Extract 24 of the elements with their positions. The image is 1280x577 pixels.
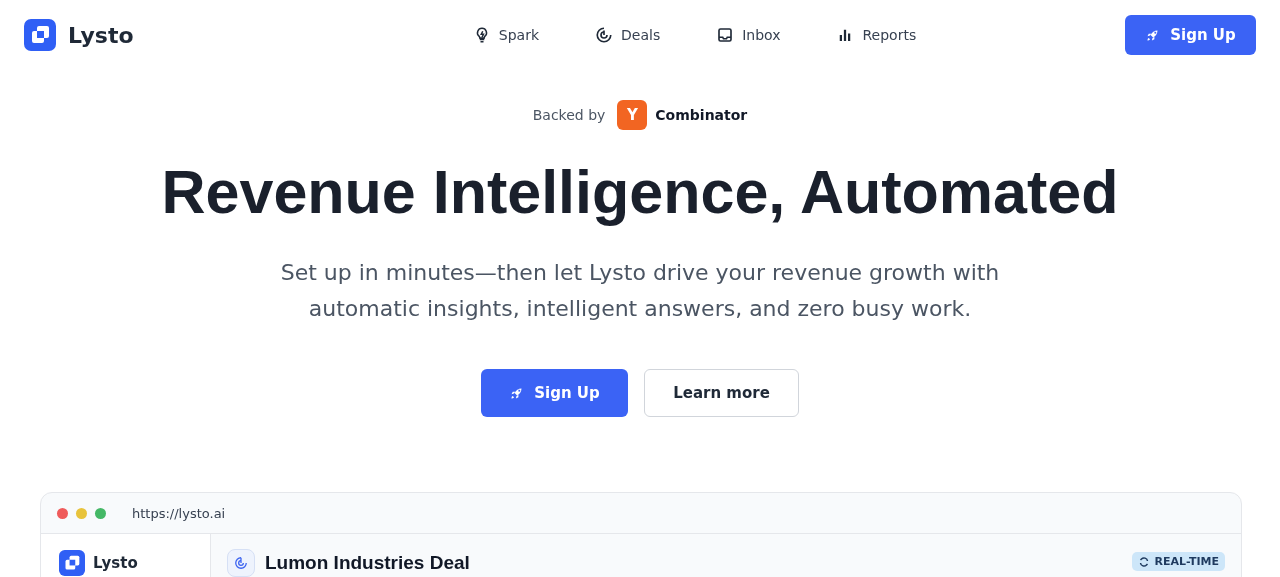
hero-title: Revenue Intelligence, Automated [161, 157, 1119, 228]
brand-name: Lysto [93, 553, 138, 574]
nav-link[interactable]: Inbox [716, 26, 781, 44]
sync-icon [1138, 555, 1151, 568]
deal-title: Lumon Industries Deal [265, 551, 470, 575]
brand-name: Lysto [68, 22, 134, 48]
hero-subtitle: Set up in minutes—then let Lysto drive your revenue growth with automatic insights, intelligent answers, and zero busy work. [279, 259, 1001, 324]
sign-up-button[interactable]: Sign Up [1125, 15, 1256, 55]
combinator-logo: Y [617, 100, 648, 130]
combinator-name: Combinator [655, 107, 748, 123]
target-icon [595, 26, 613, 44]
close-dot-icon [57, 507, 68, 519]
learn-more-button[interactable]: Learn more [644, 369, 799, 418]
nav-link[interactable]: Deals [595, 26, 661, 44]
inbox-icon [716, 26, 735, 44]
minimize-dot-icon [76, 507, 87, 519]
real-time-badge: REAL-TIME [1132, 552, 1225, 571]
sign-up-button[interactable]: Sign Up [481, 369, 628, 418]
url-text: https://lysto.ai [132, 505, 226, 521]
nav-link[interactable]: Spark [472, 26, 539, 44]
backed-by-text: Backed by [532, 107, 606, 123]
logo-icon [24, 19, 56, 51]
maximize-dot-icon [95, 507, 106, 519]
nav-link[interactable]: Reports [836, 26, 917, 44]
